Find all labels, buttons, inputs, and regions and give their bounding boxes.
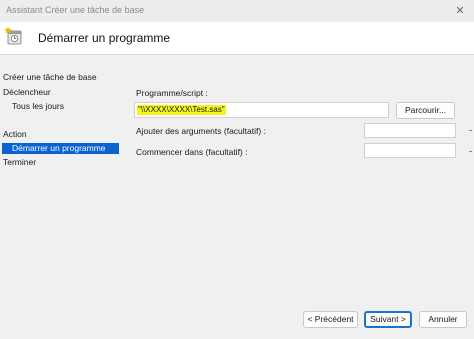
start-in-input[interactable] (364, 143, 456, 158)
close-icon[interactable]: ✕ (452, 3, 468, 19)
edge-mark (469, 130, 472, 131)
next-button[interactable]: Suivant > (364, 311, 412, 328)
step-action[interactable]: Action (3, 129, 27, 139)
browse-button[interactable]: Parcourir... (396, 102, 455, 119)
program-script-input[interactable]: "\\XXXX\XXXX\Test.sas" (134, 102, 389, 118)
step-create-task[interactable]: Créer une tâche de base (3, 72, 97, 82)
program-script-value: "\\XXXX\XXXX\Test.sas" (137, 105, 226, 115)
title-bar: Assistant Créer une tâche de base ✕ (0, 0, 474, 22)
start-in-label: Commencer dans (facultatif) : (136, 147, 248, 157)
step-finish[interactable]: Terminer (3, 157, 36, 167)
edge-mark (469, 151, 472, 152)
step-start-program-label: Démarrer un programme (12, 143, 106, 153)
step-trigger[interactable]: Déclencheur (3, 87, 51, 97)
task-wizard-window: Assistant Créer une tâche de base ✕ Déma… (0, 0, 474, 339)
wizard-header: Démarrer un programme (0, 22, 474, 54)
program-label: Programme/script : (136, 88, 208, 98)
header-divider (0, 54, 474, 55)
cancel-button[interactable]: Annuler (419, 311, 467, 328)
previous-button[interactable]: < Précédent (303, 311, 358, 328)
step-daily[interactable]: Tous les jours (12, 101, 64, 111)
window-title: Assistant Créer une tâche de base (6, 5, 145, 15)
task-wizard-icon (4, 26, 22, 45)
arguments-input[interactable] (364, 123, 456, 138)
page-title: Démarrer un programme (38, 31, 171, 45)
step-start-program[interactable]: Démarrer un programme (2, 143, 119, 154)
arguments-label: Ajouter des arguments (facultatif) : (136, 126, 266, 136)
